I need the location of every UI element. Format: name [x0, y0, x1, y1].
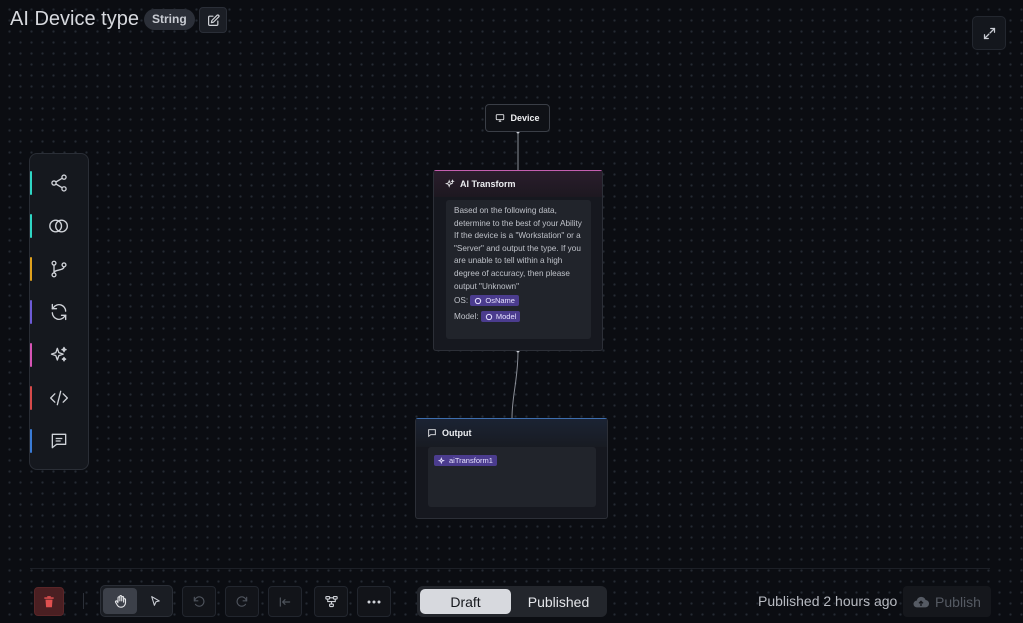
ai-prompt-text: Based on the following data, determine t… [454, 206, 582, 291]
undo-button[interactable] [182, 586, 216, 617]
variable-chip-model[interactable]: Model [480, 311, 521, 323]
pan-mode-button[interactable] [103, 588, 137, 614]
select-mode-button[interactable] [138, 588, 172, 614]
arrow-to-start-icon [279, 596, 291, 607]
toolbar-divider [30, 568, 990, 569]
workflow-icon [324, 595, 338, 608]
chip-label: aiTransform1 [449, 456, 493, 466]
redo-button[interactable] [225, 586, 259, 617]
model-label: Model: [454, 311, 479, 321]
published-tab[interactable]: Published [513, 589, 604, 614]
sparkles-icon [445, 179, 455, 188]
undo-icon [193, 595, 205, 607]
output-header: Output [416, 419, 607, 447]
output-label: Output [442, 428, 472, 438]
publish-status: Published 2 hours ago [758, 593, 898, 609]
more-button[interactable] [357, 586, 391, 617]
delete-button[interactable] [34, 587, 64, 616]
message-icon [428, 429, 436, 438]
ai-transform-label: AI Transform [460, 179, 516, 189]
first-step-button[interactable] [268, 586, 302, 617]
variable-icon [485, 313, 493, 320]
draft-published-toggle: Draft Published [417, 586, 607, 617]
chip-label: OsName [485, 296, 515, 306]
redo-icon [236, 595, 248, 607]
device-node[interactable]: Device [485, 104, 550, 132]
os-label: OS: [454, 296, 469, 306]
pointer-icon [150, 595, 160, 606]
ai-transform-header: AI Transform [434, 171, 602, 197]
canvas-mode-group [100, 585, 173, 617]
cloud-upload-icon [913, 596, 930, 607]
toolbar-separator [83, 593, 84, 609]
more-icon [367, 600, 381, 603]
auto-layout-button[interactable] [314, 586, 348, 617]
publish-label: Publish [935, 593, 981, 610]
variable-icon [475, 297, 482, 305]
ai-transform-node[interactable]: AI Transform Based on the following data… [433, 170, 603, 351]
hand-icon [114, 594, 126, 608]
variable-chip-osname[interactable]: OsName [470, 295, 519, 307]
variable-chip-aitransform[interactable]: aiTransform1 [434, 455, 497, 467]
ai-prompt-box[interactable]: Based on the following data, determine t… [446, 200, 591, 339]
chip-label: Model [495, 312, 517, 322]
output-box[interactable]: aiTransform1 [428, 447, 596, 507]
publish-button[interactable]: Publish [903, 586, 991, 617]
draft-tab[interactable]: Draft [420, 589, 511, 614]
sparkles-icon [438, 456, 445, 465]
output-node[interactable]: Output aiTransform1 [415, 418, 608, 519]
trash-icon [44, 595, 54, 607]
device-node-label: Device [510, 113, 540, 123]
monitor-icon [496, 114, 505, 122]
